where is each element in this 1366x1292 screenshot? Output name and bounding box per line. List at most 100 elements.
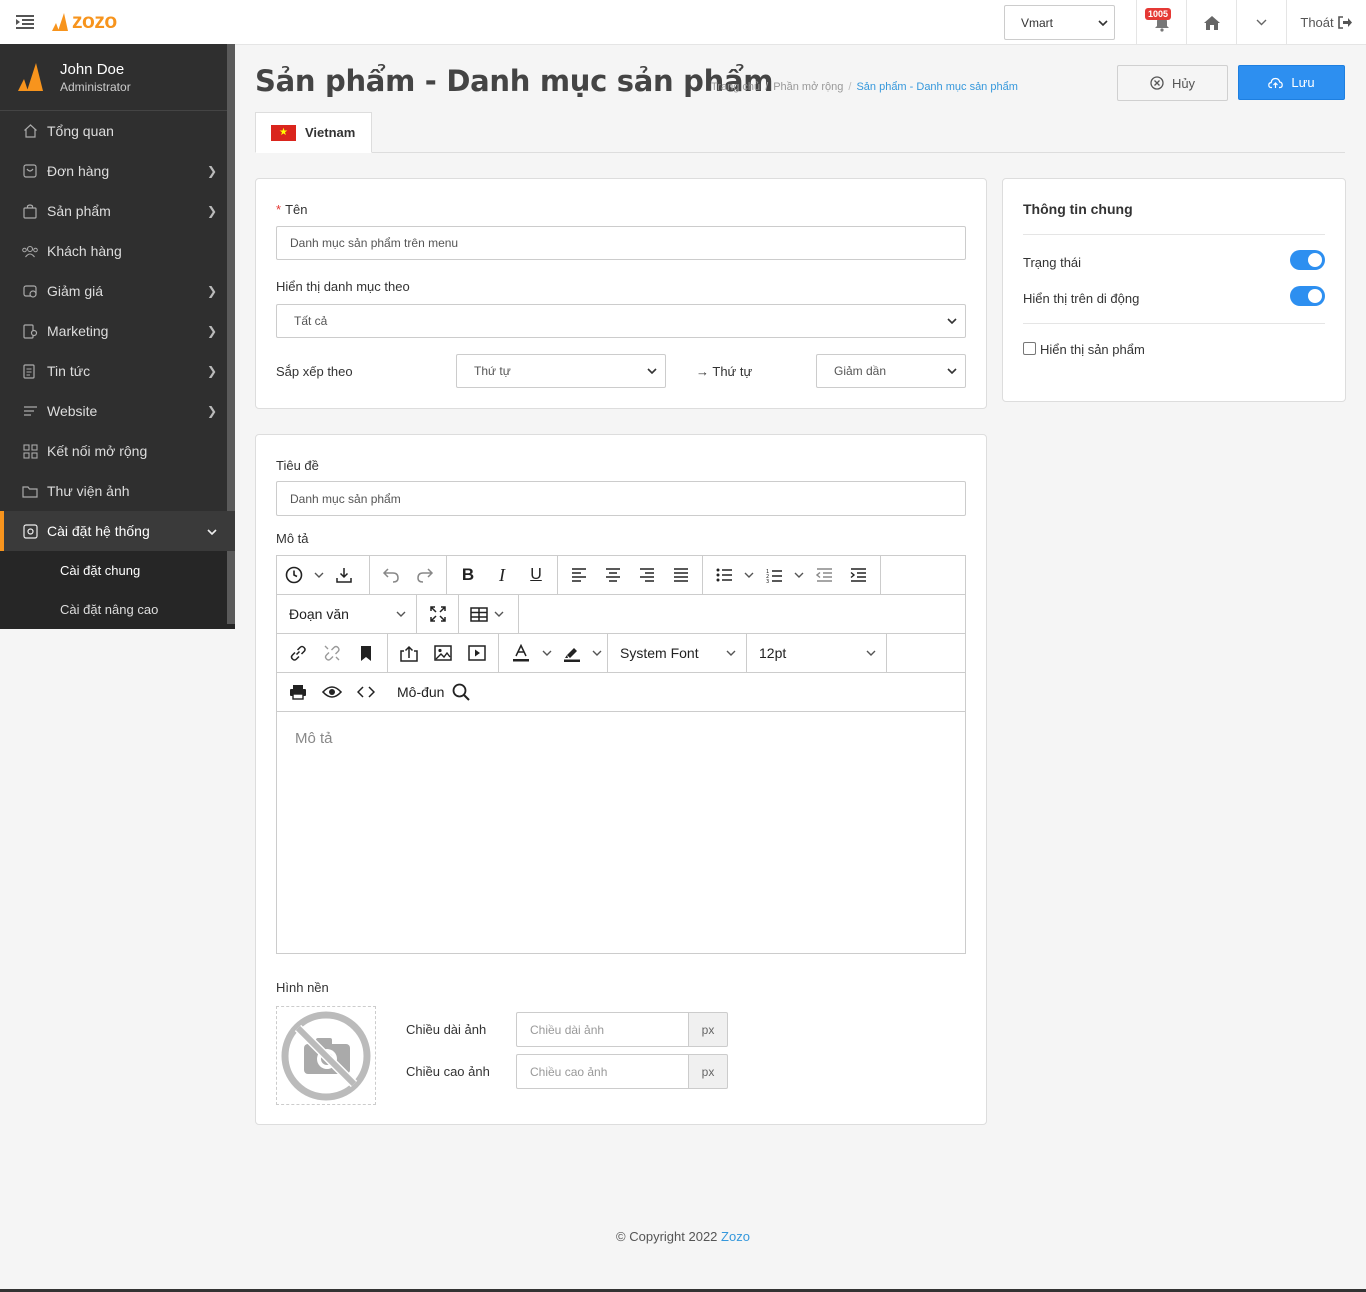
sort-by-select[interactable]: Thứ tự	[456, 354, 666, 388]
chevron-right-icon: ❯	[206, 204, 217, 218]
module-button[interactable]: Mô-đun	[397, 684, 444, 700]
sidebar-item-gallery[interactable]: Thư viện ảnh	[0, 471, 235, 511]
sidebar-item-overview[interactable]: Tổng quan	[0, 111, 235, 151]
highlight-color-icon[interactable]	[555, 634, 589, 672]
text-color-icon[interactable]	[503, 634, 539, 672]
tab-label: Vietnam	[305, 125, 356, 140]
align-center-icon[interactable]	[596, 556, 630, 594]
bullet-list-icon[interactable]	[707, 556, 741, 594]
title-input[interactable]: Danh mục sản phẩm	[276, 481, 966, 516]
home-button[interactable]	[1186, 0, 1236, 45]
sidebar-item-orders[interactable]: Đơn hàng ❯	[0, 151, 235, 191]
image-height-label: Chiều cao ảnh	[406, 1064, 490, 1079]
print-icon[interactable]	[281, 673, 315, 711]
menu-toggle-icon[interactable]	[0, 0, 50, 45]
image-icon[interactable]	[426, 634, 460, 672]
table-menu[interactable]	[459, 595, 519, 633]
cancel-button[interactable]: Hủy	[1117, 65, 1228, 101]
bookmark-icon[interactable]	[349, 634, 383, 672]
sidebar-item-customers[interactable]: Khách hàng	[0, 231, 235, 271]
chevron-down-icon[interactable]	[741, 556, 757, 594]
bold-icon[interactable]: B	[451, 556, 485, 594]
store-select-value: Vmart	[1021, 15, 1054, 30]
save-button[interactable]: Lưu	[1238, 65, 1345, 100]
notifications-button[interactable]: 1005	[1136, 0, 1186, 45]
chevron-down-icon[interactable]	[589, 634, 605, 672]
user-profile[interactable]: John Doe Administrator	[0, 44, 235, 111]
sidebar-item-system-settings[interactable]: Cài đặt hệ thống	[0, 511, 235, 551]
chevron-down-icon	[726, 650, 736, 656]
undo-icon[interactable]	[374, 556, 408, 594]
sidebar-item-website[interactable]: Website ❯	[0, 391, 235, 431]
name-input[interactable]: Danh mục sản phẩm trên menu	[276, 226, 966, 260]
image-width-input[interactable]: Chiều dài ảnh	[516, 1012, 689, 1047]
align-justify-icon[interactable]	[664, 556, 698, 594]
status-toggle[interactable]	[1290, 250, 1325, 270]
sidebar-item-label: Marketing	[47, 323, 109, 339]
sidebar-item-discounts[interactable]: Giảm giá ❯	[0, 271, 235, 311]
font-size-select[interactable]: 12pt	[747, 634, 887, 672]
sidebar-subitem-advanced-settings[interactable]: Cài đặt nâng cao	[0, 590, 235, 629]
align-left-icon[interactable]	[562, 556, 596, 594]
logout-button[interactable]: Thoát	[1286, 0, 1366, 45]
italic-icon[interactable]: I	[485, 556, 519, 594]
upload-icon[interactable]	[392, 634, 426, 672]
chevron-right-icon: ❯	[206, 164, 217, 178]
redo-icon[interactable]	[408, 556, 442, 594]
preview-eye-icon[interactable]	[315, 673, 349, 711]
image-width-unit: px	[689, 1012, 728, 1047]
list-icon	[21, 402, 39, 420]
history-icon[interactable]	[277, 556, 311, 594]
align-right-icon[interactable]	[630, 556, 664, 594]
show-products-checkbox[interactable]	[1023, 342, 1036, 355]
source-code-icon[interactable]	[349, 673, 383, 711]
unlink-icon[interactable]	[315, 634, 349, 672]
footer-link-zozo[interactable]: Zozo	[721, 1229, 750, 1244]
editor-content-area[interactable]: Mô tả	[277, 712, 965, 953]
image-height-input[interactable]: Chiều cao ảnh	[516, 1054, 689, 1089]
sidebar-item-label: Cài đặt hệ thống	[47, 523, 150, 539]
paragraph-format-value: Đoạn văn	[289, 606, 349, 622]
sidebar-item-news[interactable]: Tin tức ❯	[0, 351, 235, 391]
fullscreen-icon[interactable]	[421, 595, 455, 633]
table-icon	[467, 595, 491, 633]
chevron-down-icon[interactable]	[311, 556, 327, 594]
logout-label: Thoát	[1300, 15, 1334, 30]
sidebar-item-marketing[interactable]: Marketing ❯	[0, 311, 235, 351]
tab-vietnam[interactable]: ★ Vietnam	[255, 112, 372, 153]
outdent-icon[interactable]	[807, 556, 841, 594]
media-icon[interactable]	[460, 634, 494, 672]
numbered-list-icon[interactable]: 123	[757, 556, 791, 594]
underline-icon[interactable]: U	[519, 556, 553, 594]
chevron-down-icon[interactable]	[791, 556, 807, 594]
chevron-down-icon[interactable]	[539, 634, 555, 672]
editor-toolbar-row: Mô-đun	[277, 673, 965, 712]
breadcrumb-extensions[interactable]: Phần mở rộng	[773, 81, 843, 93]
brand-logo[interactable]: zozo	[50, 10, 117, 34]
background-image-upload[interactable]	[276, 1006, 376, 1105]
dropdown-button[interactable]	[1236, 0, 1286, 45]
breadcrumb-home[interactable]: Trang chủ	[711, 81, 760, 93]
vietnam-flag-icon: ★	[271, 124, 296, 141]
breadcrumb-current[interactable]: Sản phẩm - Danh mục sản phẩm	[856, 81, 1017, 93]
search-icon[interactable]	[444, 673, 478, 711]
title-label: Tiêu đề	[276, 458, 319, 473]
folder-icon	[21, 482, 39, 500]
paragraph-format-select[interactable]: Đoạn văn	[277, 595, 417, 633]
indent-icon[interactable]	[841, 556, 875, 594]
sidebar-item-products[interactable]: Sản phẩm ❯	[0, 191, 235, 231]
download-icon[interactable]	[327, 556, 361, 594]
chevron-right-icon: ❯	[206, 324, 217, 338]
chevron-right-icon: ❯	[206, 364, 217, 378]
sidebar-subitem-general-settings[interactable]: Cài đặt chung	[0, 551, 235, 590]
store-select[interactable]: Vmart	[1004, 5, 1115, 40]
display-by-select[interactable]: Tất cả	[276, 304, 966, 338]
mobile-toggle[interactable]	[1290, 286, 1325, 306]
link-icon[interactable]	[281, 634, 315, 672]
save-button-label: Lưu	[1291, 75, 1315, 90]
sidebar-item-extensions[interactable]: Kết nối mở rộng	[0, 431, 235, 471]
editor-group-links	[277, 634, 388, 672]
font-family-select[interactable]: System Font	[608, 634, 747, 672]
order-select[interactable]: Giảm dần	[816, 354, 966, 388]
sidebar: John Doe Administrator Tổng quan Đơn hàn…	[0, 44, 235, 629]
